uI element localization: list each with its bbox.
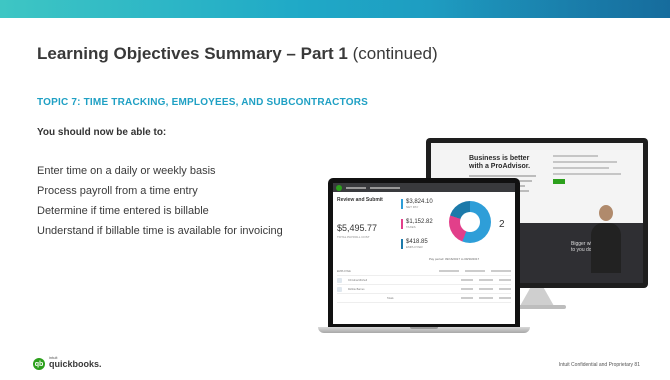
right-number: 2	[499, 219, 505, 230]
laptop-illustration: Review and Submit $5,495.77 TOTAL PAYROL…	[328, 178, 520, 327]
topic-heading: TOPIC 7: TIME TRACKING, EMPLOYEES, AND S…	[37, 97, 368, 108]
slide-title: Learning Objectives Summary – Part 1 (co…	[37, 44, 438, 64]
header-band	[0, 0, 670, 18]
quickbooks-logo: qb intuit quickbooks.	[33, 355, 102, 370]
table-row: EMPLOYEE	[337, 267, 511, 276]
header-band-shade	[430, 0, 670, 18]
objective-item: Determine if time entered is billable	[37, 205, 209, 217]
monitor-form	[553, 155, 628, 188]
lead-text: You should now be able to:	[37, 127, 167, 138]
monitor-stand	[520, 288, 554, 306]
total-payroll-label: TOTAL PAYROLL COST	[337, 235, 370, 239]
logo-intuit-text: intuit	[49, 355, 58, 360]
stat-employer: $418.85 EMPLOYER	[401, 239, 428, 249]
footer-confidential: Intuit Confidential and Proprietary 81	[558, 362, 640, 368]
table-row: Robbie Barnes	[337, 285, 511, 294]
title-continued: (continued)	[352, 44, 438, 63]
laptop-base	[318, 327, 530, 333]
logo-wordmark: quickbooks.	[49, 359, 102, 369]
table-row: Totals	[337, 294, 511, 303]
stat-net-pay: $3,824.10 NET PAY	[401, 199, 433, 209]
total-payroll: $5,495.77	[337, 223, 378, 233]
monitor-headline: Business is better with a ProAdvisor.	[469, 155, 531, 170]
pay-period: Pay period: 09/16/2017 to 09/30/2017	[429, 257, 480, 261]
laptop-nav	[333, 183, 515, 192]
employee-table: EMPLOYEE Christina Mitchell Robbie Barne…	[337, 267, 511, 303]
table-row: Christina Mitchell	[337, 276, 511, 285]
objective-item: Enter time on a daily or weekly basis	[37, 165, 216, 177]
laptop-screen: Review and Submit $5,495.77 TOTAL PAYROL…	[333, 183, 515, 324]
laptop-title: Review and Submit	[337, 197, 383, 203]
payroll-donut-chart	[449, 201, 491, 243]
person-photo	[589, 205, 623, 275]
stat-taxes: $1,152.82 TAXES	[401, 219, 433, 229]
qb-logo-icon	[336, 184, 342, 191]
objectives-list: Enter time on a daily or weekly basis Pr…	[37, 165, 307, 245]
objective-item: Understand if billable time is available…	[37, 225, 283, 237]
qb-circle-icon: qb	[33, 358, 45, 370]
title-bold: Learning Objectives Summary – Part 1	[37, 44, 348, 63]
objective-item: Process payroll from a time entry	[37, 185, 198, 197]
